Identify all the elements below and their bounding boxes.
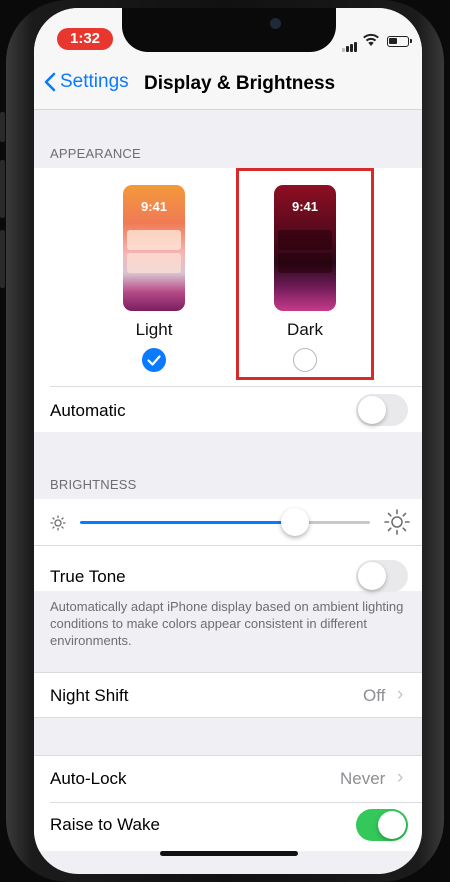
true-tone-label: True Tone [50,567,126,586]
auto-lock-value: Never [340,769,386,788]
front-camera [270,18,281,29]
back-label: Settings [60,71,129,92]
page-title: Display & Brightness [144,73,336,94]
raise-to-wake-label: Raise to Wake [50,815,160,834]
chevron-right-icon: › [397,684,404,705]
divider [50,802,422,803]
wifi-icon [363,33,379,46]
battery-icon [387,36,412,47]
appearance-header: APPEARANCE [50,146,141,161]
true-tone-switch[interactable] [356,560,408,592]
mute-switch [0,112,5,142]
divider [50,386,422,387]
navigation-bar: Settings Display & Brightness [34,58,422,110]
light-preview-widget [127,230,181,250]
sun-small-icon [50,515,66,531]
sun-large-icon [384,509,410,535]
night-shift-label: Night Shift [50,686,129,705]
brightness-group: True Tone [34,499,422,592]
volume-up-button [0,160,5,218]
chevron-right-icon: › [397,767,404,788]
light-preview-widget [127,253,181,273]
chevron-left-icon [44,72,56,92]
divider [34,545,422,546]
checkmark-icon [147,355,161,366]
brightness-header: BRIGHTNESS [50,477,137,492]
screen: 1:32 Settings Display & Brightness APPEA… [34,8,422,874]
light-label: Light [135,320,173,339]
status-bar: 1:32 [34,8,422,58]
auto-lock-label: Auto-Lock [50,769,127,788]
brightness-fill [80,521,295,524]
volume-down-button [0,230,5,288]
notch [122,8,336,52]
status-time: 1:32 [57,28,113,50]
light-checkmark[interactable] [142,348,166,372]
automatic-label: Automatic [50,401,126,420]
night-shift-row[interactable]: Night Shift Off › [34,672,422,718]
night-shift-value: Off [363,686,386,705]
lock-group: Auto-Lock Never › Raise to Wake [34,755,422,851]
light-preview: 9:41 [123,185,185,311]
dark-option-highlight [236,168,374,380]
automatic-switch[interactable] [356,394,408,426]
back-button[interactable]: Settings [44,71,129,93]
signal-icon [342,34,358,52]
true-tone-footer: Automatically adapt iPhone display based… [50,599,404,648]
light-preview-time: 9:41 [140,199,168,214]
home-indicator [160,851,298,856]
brightness-thumb[interactable] [280,508,309,536]
raise-to-wake-switch[interactable] [356,809,408,841]
